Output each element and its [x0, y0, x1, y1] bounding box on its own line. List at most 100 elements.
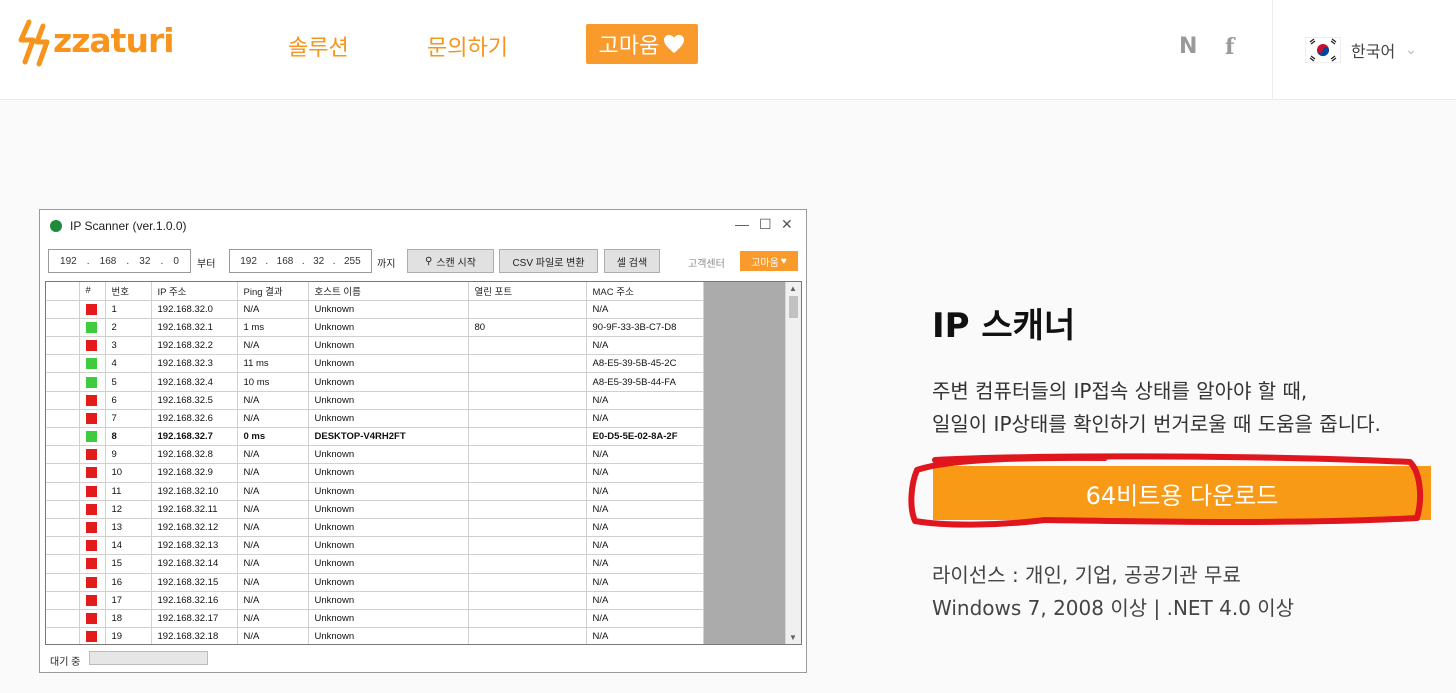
number-cell[interactable]: 3: [105, 336, 152, 356]
table-row[interactable]: 18 192.168.32.17 N/A Unknown N/A: [46, 609, 704, 629]
mac-cell[interactable]: N/A: [586, 627, 704, 644]
status-cell[interactable]: [79, 500, 106, 519]
host-cell[interactable]: Unknown: [308, 372, 469, 392]
mac-cell[interactable]: N/A: [586, 300, 704, 319]
row-header-cell[interactable]: [46, 336, 80, 356]
table-row[interactable]: 15 192.168.32.14 N/A Unknown N/A: [46, 554, 704, 574]
ping-cell[interactable]: N/A: [237, 518, 309, 538]
ip-cell[interactable]: 192.168.32.7: [151, 427, 238, 447]
number-cell[interactable]: 7: [105, 409, 152, 429]
number-cell[interactable]: 15: [105, 554, 152, 574]
ip-cell[interactable]: 192.168.32.18: [151, 627, 238, 644]
row-header-cell[interactable]: [46, 318, 80, 338]
table-row[interactable]: 9 192.168.32.8 N/A Unknown N/A: [46, 445, 704, 465]
from-ip-input[interactable]: 192. 168. 32. 0: [48, 249, 191, 273]
facebook-icon[interactable]: f: [1225, 34, 1234, 60]
column-header[interactable]: Ping 결과: [237, 282, 309, 301]
results-grid[interactable]: # 번호 IP 주소 Ping 결과 호스트 이름 열린 포트 MAC 주소 1…: [45, 281, 802, 645]
host-cell[interactable]: Unknown: [308, 445, 469, 465]
table-row[interactable]: 14 192.168.32.13 N/A Unknown N/A: [46, 536, 704, 556]
host-cell[interactable]: Unknown: [308, 609, 469, 629]
status-cell[interactable]: [79, 300, 106, 319]
host-cell[interactable]: Unknown: [308, 627, 469, 644]
row-header-cell[interactable]: [46, 391, 80, 410]
csv-export-button[interactable]: CSV 파일로 변환: [499, 249, 598, 273]
table-row[interactable]: 1 192.168.32.0 N/A Unknown N/A: [46, 300, 704, 319]
nav-solution[interactable]: 솔루션: [288, 30, 349, 62]
table-row[interactable]: 4 192.168.32.3 11 ms Unknown A8-E5-39-5B-45-…: [46, 354, 704, 374]
ip-cell[interactable]: 192.168.32.11: [151, 500, 238, 519]
ping-cell[interactable]: N/A: [237, 554, 309, 574]
port-cell[interactable]: [468, 554, 587, 574]
table-row[interactable]: 2 192.168.32.1 1 ms Unknown 80 90-9F-33-3B-C7…: [46, 318, 704, 338]
number-cell[interactable]: 14: [105, 536, 152, 556]
cell-search-button[interactable]: 셀 검색: [604, 249, 660, 273]
mac-cell[interactable]: N/A: [586, 609, 704, 629]
ping-cell[interactable]: N/A: [237, 463, 309, 483]
number-cell[interactable]: 17: [105, 591, 152, 610]
column-header[interactable]: #: [79, 282, 106, 301]
number-cell[interactable]: 9: [105, 445, 152, 465]
ip-cell[interactable]: 192.168.32.4: [151, 372, 238, 392]
ip-cell[interactable]: 192.168.32.1: [151, 318, 238, 338]
port-cell[interactable]: [468, 427, 587, 447]
ip-cell[interactable]: 192.168.32.15: [151, 573, 238, 592]
host-cell[interactable]: Unknown: [308, 336, 469, 356]
status-cell[interactable]: [79, 409, 106, 429]
table-row[interactable]: 10 192.168.32.9 N/A Unknown N/A: [46, 463, 704, 483]
ip-cell[interactable]: 192.168.32.13: [151, 536, 238, 556]
row-header-cell[interactable]: [46, 518, 80, 538]
table-row[interactable]: 16 192.168.32.15 N/A Unknown N/A: [46, 573, 704, 592]
port-cell[interactable]: [468, 372, 587, 392]
port-cell[interactable]: [468, 627, 587, 644]
host-cell[interactable]: Unknown: [308, 518, 469, 538]
column-header[interactable]: MAC 주소: [586, 282, 704, 301]
number-cell[interactable]: 16: [105, 573, 152, 592]
host-cell[interactable]: Unknown: [308, 463, 469, 483]
row-header-cell[interactable]: [46, 354, 80, 374]
mac-cell[interactable]: N/A: [586, 336, 704, 356]
ping-cell[interactable]: 10 ms: [237, 372, 309, 392]
ip-cell[interactable]: 192.168.32.14: [151, 554, 238, 574]
row-header-cell[interactable]: [46, 609, 80, 629]
port-cell[interactable]: [468, 336, 587, 356]
table-row[interactable]: 8 192.168.32.7 0 ms DESKTOP-V4RH2FT E0-D5-5E…: [46, 427, 704, 447]
ping-cell[interactable]: N/A: [237, 609, 309, 629]
ip-cell[interactable]: 192.168.32.0: [151, 300, 238, 319]
scroll-down-icon[interactable]: ▼: [789, 633, 797, 642]
ping-cell[interactable]: N/A: [237, 591, 309, 610]
support-link[interactable]: 고객센터: [688, 255, 725, 270]
table-row[interactable]: 17 192.168.32.16 N/A Unknown N/A: [46, 591, 704, 610]
ip-cell[interactable]: 192.168.32.9: [151, 463, 238, 483]
port-cell[interactable]: [468, 591, 587, 610]
status-cell[interactable]: [79, 609, 106, 629]
ip-cell[interactable]: 192.168.32.2: [151, 336, 238, 356]
column-header[interactable]: 호스트 이름: [308, 282, 469, 301]
row-header-cell[interactable]: [46, 554, 80, 574]
status-cell[interactable]: [79, 336, 106, 356]
table-row[interactable]: 5 192.168.32.4 10 ms Unknown A8-E5-39-5B-44-…: [46, 372, 704, 392]
ping-cell[interactable]: 1 ms: [237, 318, 309, 338]
status-cell[interactable]: [79, 354, 106, 374]
ip-cell[interactable]: 192.168.32.8: [151, 445, 238, 465]
host-cell[interactable]: Unknown: [308, 391, 469, 410]
status-cell[interactable]: [79, 554, 106, 574]
ping-cell[interactable]: N/A: [237, 536, 309, 556]
host-cell[interactable]: Unknown: [308, 354, 469, 374]
app-thanks-button[interactable]: 고마움 ♥: [740, 251, 798, 271]
minimize-icon[interactable]: —: [735, 216, 749, 232]
mac-cell[interactable]: N/A: [586, 591, 704, 610]
status-cell[interactable]: [79, 536, 106, 556]
row-header-cell[interactable]: [46, 300, 80, 319]
ping-cell[interactable]: N/A: [237, 627, 309, 644]
ip-cell[interactable]: 192.168.32.10: [151, 482, 238, 501]
port-cell[interactable]: 80: [468, 318, 587, 338]
status-cell[interactable]: [79, 482, 106, 501]
ping-cell[interactable]: N/A: [237, 500, 309, 519]
mac-cell[interactable]: N/A: [586, 409, 704, 429]
status-cell[interactable]: [79, 445, 106, 465]
scan-start-button[interactable]: ⚲ 스캔 시작: [407, 249, 494, 273]
port-cell[interactable]: [468, 573, 587, 592]
ping-cell[interactable]: N/A: [237, 300, 309, 319]
port-cell[interactable]: [468, 500, 587, 519]
